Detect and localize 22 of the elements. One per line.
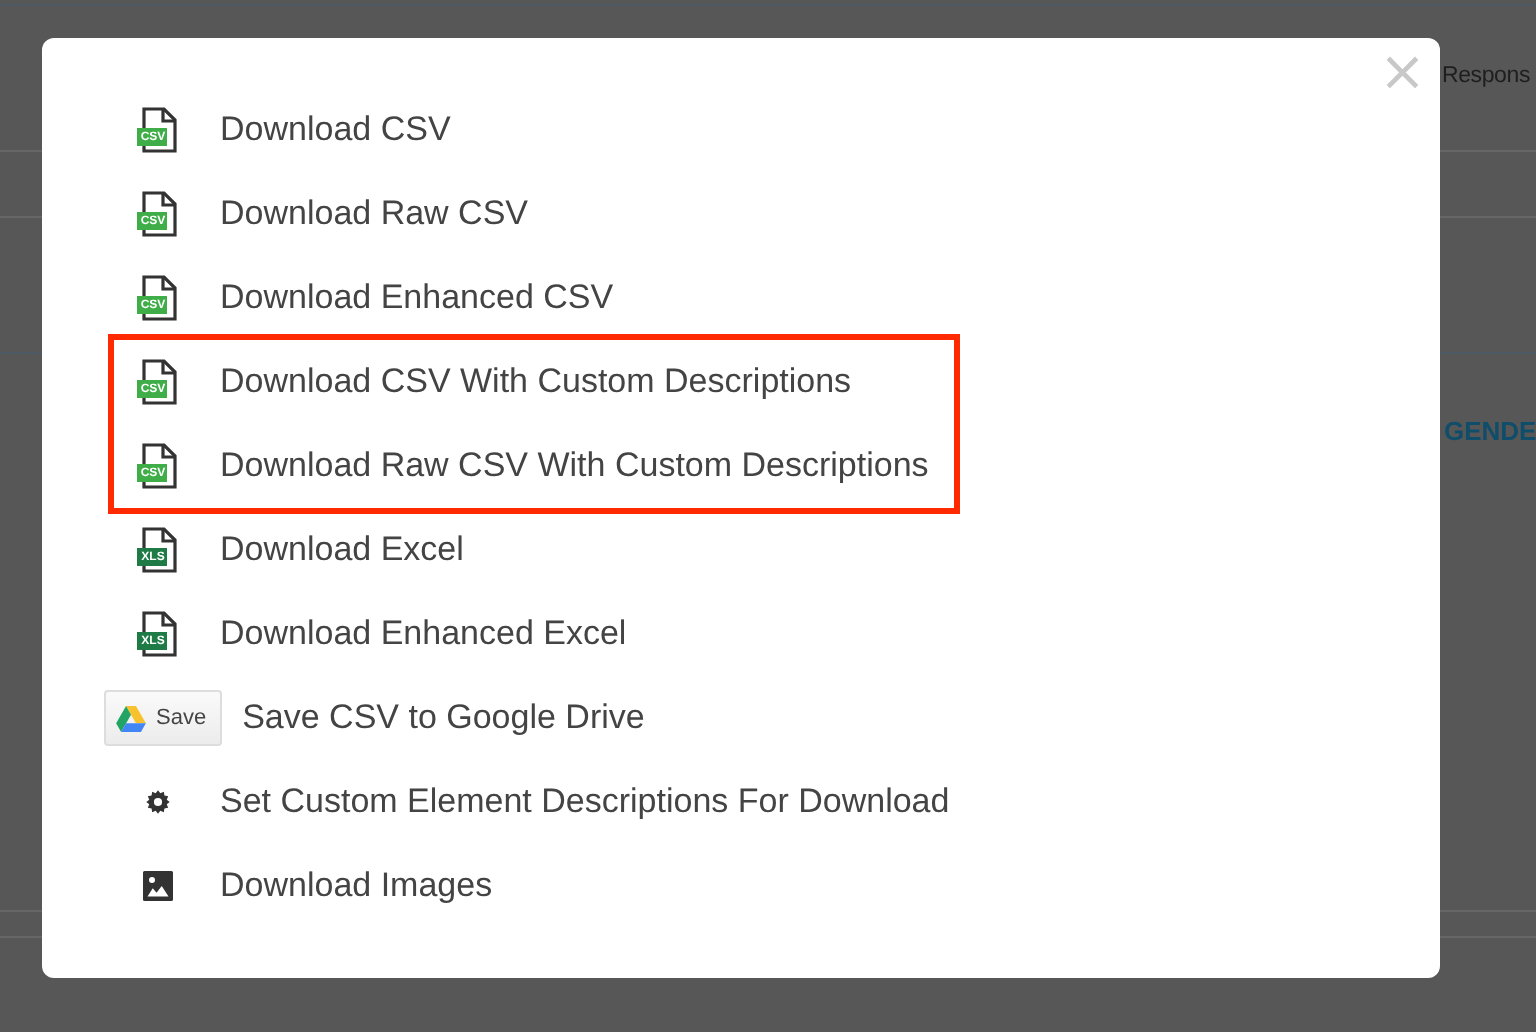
menu-item[interactable]: Download Raw CSV With Custom Descriptions	[220, 446, 929, 486]
drive-icon	[116, 705, 146, 731]
menu-item[interactable]: Download Enhanced Excel	[220, 614, 627, 654]
image-icon	[140, 868, 176, 904]
file-icon	[136, 274, 180, 322]
menu-item[interactable]: Download Raw CSV	[220, 194, 529, 234]
menu-item[interactable]: Download Images	[220, 866, 493, 906]
file-icon	[136, 106, 180, 154]
menu-item[interactable]: Download CSV With Custom Descriptions	[220, 362, 852, 402]
file-icon	[136, 610, 180, 658]
file-icon	[136, 526, 180, 574]
file-icon	[136, 358, 180, 406]
menu-item[interactable]: Download CSV	[220, 110, 451, 150]
menu-item[interactable]: Save CSV to Google Drive	[242, 698, 645, 738]
save-button[interactable]: Save	[104, 690, 223, 746]
file-icon	[136, 442, 180, 490]
menu-item[interactable]: Download Excel	[220, 530, 464, 570]
menu-item[interactable]: Set Custom Element Descriptions For Download	[220, 782, 950, 822]
file-icon	[136, 190, 180, 238]
settings-icon	[144, 788, 172, 816]
menu-item[interactable]: Download Enhanced CSV	[220, 278, 614, 318]
column-header: Respons	[1442, 64, 1530, 88]
